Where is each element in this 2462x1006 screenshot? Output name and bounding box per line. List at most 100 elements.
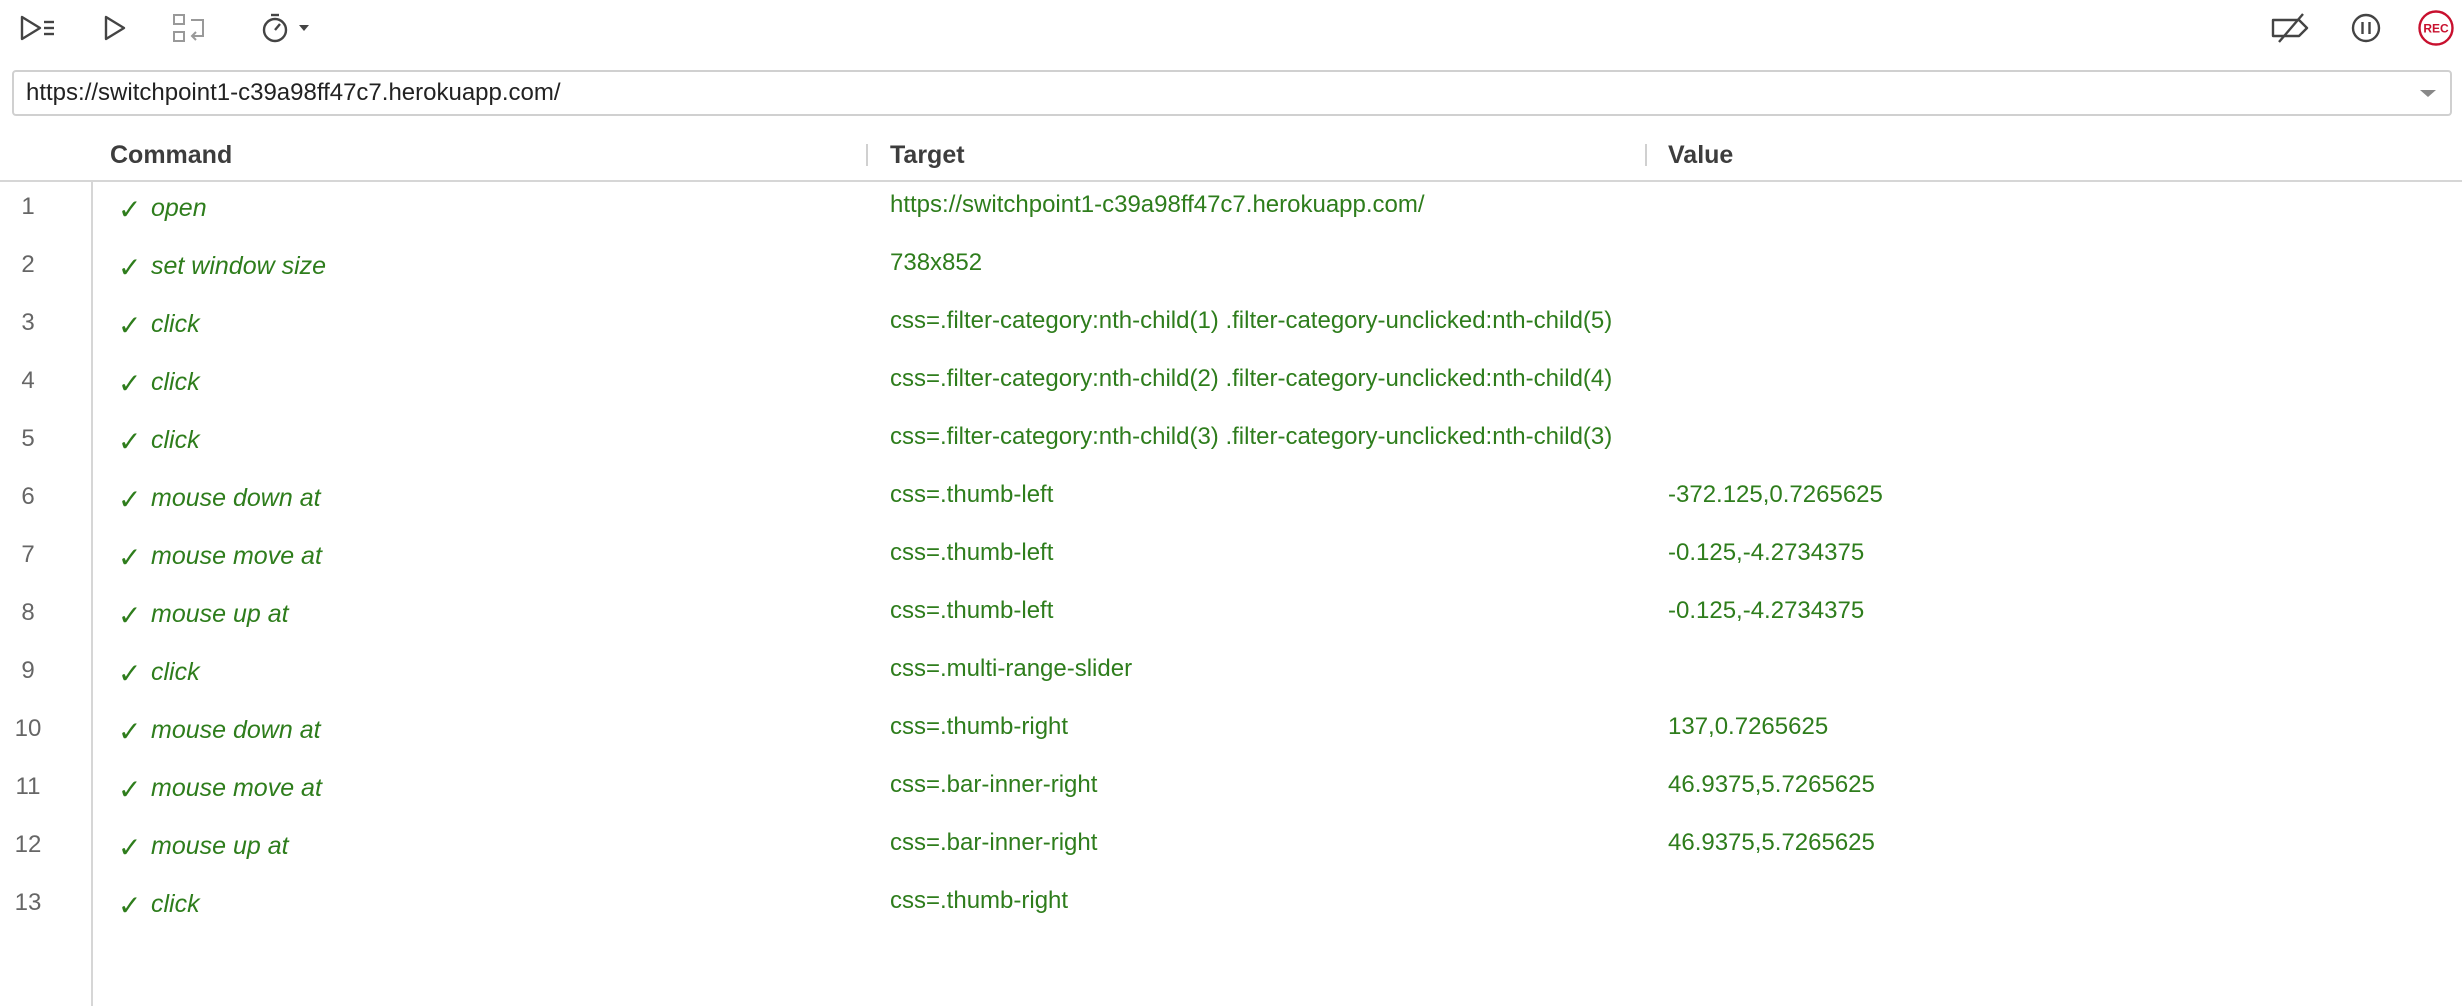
check-icon: ✓ [118, 832, 142, 863]
test-execution-speed-button[interactable] [254, 8, 314, 48]
toolbar: REC [0, 0, 2462, 56]
record-disabled-button[interactable] [168, 8, 210, 48]
table-row[interactable]: 7 ✓ mouse move at css=.thumb-left -0.125,… [0, 530, 2462, 588]
target-cell[interactable]: css=.thumb-left [890, 481, 1053, 509]
command-label: mouse down at [151, 716, 321, 744]
record-button[interactable]: REC [2416, 8, 2456, 48]
base-url-input[interactable]: https://switchpoint1-c39a98ff47c7.heroku… [26, 72, 561, 114]
target-cell[interactable]: css=.thumb-right [890, 887, 1068, 915]
table-row[interactable]: 9 ✓ click css=.multi-range-slider [0, 646, 2462, 704]
record-icon: REC [2417, 9, 2455, 47]
row-number: 5 [21, 425, 35, 452]
table-row[interactable]: 11 ✓ mouse move at css=.bar-inner-right 4… [0, 762, 2462, 820]
chevron-down-icon[interactable] [2418, 84, 2438, 102]
test-execution-speed-icon [255, 11, 313, 45]
column-header-target[interactable]: Target [890, 130, 965, 180]
command-cell[interactable]: ✓ mouse down at [118, 484, 321, 514]
command-label: mouse down at [151, 484, 321, 512]
column-header-command[interactable]: Command [110, 130, 232, 180]
pause-on-exceptions-button[interactable] [2348, 8, 2384, 48]
row-number: 13 [14, 889, 42, 916]
table-row[interactable]: 8 ✓ mouse up at css=.thumb-left -0.125,-4… [0, 588, 2462, 646]
row-number: 3 [21, 309, 35, 336]
table-row[interactable]: 12 ✓ mouse up at css=.bar-inner-right 46.… [0, 820, 2462, 878]
command-cell[interactable]: ✓ mouse down at [118, 716, 321, 746]
run-current-test-button[interactable] [94, 8, 134, 48]
command-cell[interactable]: ✓ mouse up at [118, 832, 289, 862]
check-icon: ✓ [118, 194, 142, 225]
command-cell[interactable]: ✓ mouse move at [118, 542, 322, 572]
check-icon: ✓ [118, 600, 142, 631]
row-number: 1 [21, 193, 35, 220]
table-row[interactable]: 5 ✓ click css=.filter-category:nth-child(… [0, 414, 2462, 472]
check-icon: ✓ [118, 542, 142, 573]
table-row[interactable]: 13 ✓ click css=.thumb-right [0, 878, 2462, 936]
value-cell[interactable]: -0.125,-4.2734375 [1668, 597, 1864, 625]
check-icon: ✓ [118, 484, 142, 515]
command-cell[interactable]: ✓ open [118, 194, 207, 224]
command-cell[interactable]: ✓ click [118, 368, 200, 398]
table-row[interactable]: 4 ✓ click css=.filter-category:nth-child(… [0, 356, 2462, 414]
check-icon: ✓ [118, 890, 142, 921]
value-cell[interactable]: 46.9375,5.7265625 [1668, 771, 1875, 799]
check-icon: ✓ [118, 774, 142, 805]
row-number: 11 [15, 773, 41, 800]
row-number: 12 [14, 831, 42, 858]
row-number: 2 [21, 251, 35, 278]
value-cell[interactable]: -372.125,0.7265625 [1668, 481, 1883, 509]
command-label: mouse move at [151, 542, 322, 570]
base-url-combobox[interactable]: https://switchpoint1-c39a98ff47c7.heroku… [12, 70, 2452, 116]
target-cell[interactable]: css=.thumb-right [890, 713, 1068, 741]
record-label: REC [2423, 22, 2449, 36]
check-icon: ✓ [118, 658, 142, 689]
value-cell[interactable]: 137,0.7265625 [1668, 713, 1828, 741]
check-icon: ✓ [118, 252, 142, 283]
command-cell[interactable]: ✓ click [118, 426, 200, 456]
command-cell[interactable]: ✓ click [118, 890, 200, 920]
column-resize-handle[interactable] [866, 144, 868, 166]
command-cell[interactable]: ✓ set window size [118, 252, 327, 282]
command-cell[interactable]: ✓ mouse move at [118, 774, 322, 804]
command-label: mouse up at [151, 832, 289, 860]
column-resize-handle[interactable] [1645, 144, 1647, 166]
table-row[interactable]: 6 ✓ mouse down at css=.thumb-left -372.12… [0, 472, 2462, 530]
target-cell[interactable]: css=.filter-category:nth-child(3) .filte… [890, 423, 1612, 451]
disable-breakpoints-icon [2269, 12, 2311, 44]
table-row[interactable]: 10 ✓ mouse down at css=.thumb-right 137,0… [0, 704, 2462, 762]
command-label: mouse up at [151, 600, 289, 628]
target-cell[interactable]: css=.bar-inner-right [890, 829, 1097, 857]
value-cell[interactable]: 46.9375,5.7265625 [1668, 829, 1875, 857]
run-all-tests-button[interactable] [14, 8, 62, 48]
table-row[interactable]: 3 ✓ click css=.filter-category:nth-child(… [0, 298, 2462, 356]
target-cell[interactable]: css=.thumb-left [890, 539, 1053, 567]
target-cell[interactable]: 738x852 [890, 249, 982, 277]
table-row[interactable]: 1 ✓ open https://switchpoint1-c39a98ff47c… [0, 182, 2462, 240]
command-label: set window size [151, 252, 327, 280]
disable-breakpoints-button[interactable] [2268, 8, 2312, 48]
command-cell[interactable]: ✓ click [118, 310, 200, 340]
row-number: 9 [21, 657, 35, 684]
command-label: mouse move at [151, 774, 322, 802]
target-cell[interactable]: css=.filter-category:nth-child(1) .filte… [890, 307, 1612, 335]
check-icon: ✓ [118, 310, 142, 341]
run-current-test-icon [100, 14, 128, 42]
row-number: 6 [21, 483, 35, 510]
target-cell[interactable]: css=.thumb-left [890, 597, 1053, 625]
target-cell[interactable]: css=.multi-range-slider [890, 655, 1132, 683]
target-cell[interactable]: css=.bar-inner-right [890, 771, 1097, 799]
row-number: 8 [21, 599, 35, 626]
target-cell[interactable]: css=.filter-category:nth-child(2) .filte… [890, 365, 1612, 393]
target-cell[interactable]: https://switchpoint1-c39a98ff47c7.heroku… [890, 191, 1425, 219]
row-number: 7 [21, 541, 35, 568]
pause-on-exceptions-icon [2350, 12, 2382, 44]
check-icon: ✓ [118, 368, 142, 399]
table-row[interactable]: 2 ✓ set window size 738x852 [0, 240, 2462, 298]
row-number: 4 [21, 367, 35, 394]
command-cell[interactable]: ✓ mouse up at [118, 600, 289, 630]
value-cell[interactable]: -0.125,-4.2734375 [1668, 539, 1864, 567]
run-all-tests-icon [18, 14, 58, 42]
command-cell[interactable]: ✓ click [118, 658, 200, 688]
row-number: 10 [14, 715, 42, 742]
check-icon: ✓ [118, 426, 142, 457]
column-header-value[interactable]: Value [1668, 130, 1733, 180]
